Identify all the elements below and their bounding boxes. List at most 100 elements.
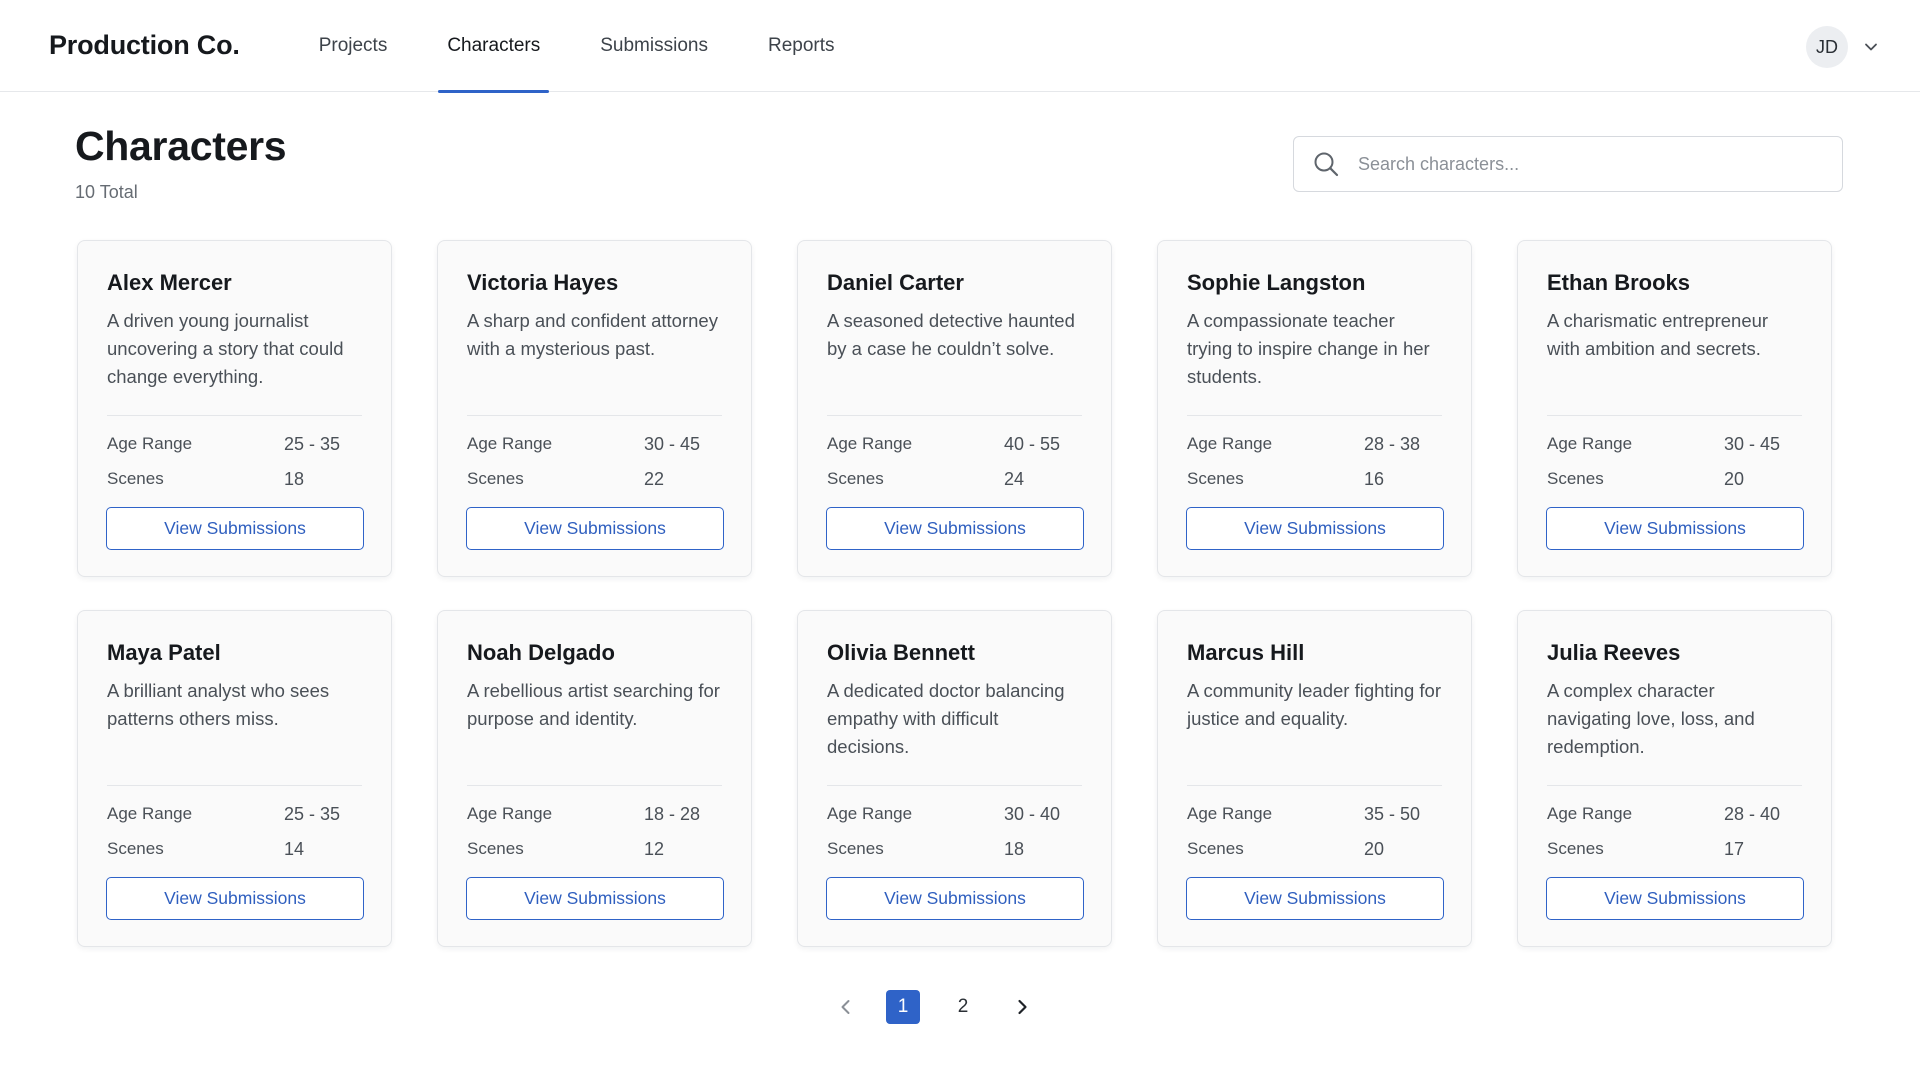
character-card: Noah Delgado A rebellious artist searchi…: [437, 610, 752, 947]
age-range-row: Age Range 30 - 45: [1547, 434, 1802, 455]
character-description: A rebellious artist searching for purpos…: [467, 680, 720, 729]
age-range-label: Age Range: [1547, 434, 1633, 453]
next-page-button[interactable]: [1006, 991, 1038, 1023]
age-range-row: Age Range 28 - 40: [1547, 804, 1802, 825]
card-divider: [827, 415, 1082, 416]
card-divider: [107, 415, 362, 416]
card-divider: [107, 785, 362, 786]
search-box[interactable]: [1293, 136, 1843, 192]
age-range-value: 18 - 28: [644, 804, 701, 824]
scenes-row: Scenes 12: [467, 839, 722, 860]
page-1-button[interactable]: 1: [886, 990, 920, 1024]
scenes-value: 12: [644, 839, 665, 859]
scenes-value: 22: [644, 469, 665, 489]
nav-tab-characters[interactable]: Characters: [438, 0, 550, 93]
card-divider: [1187, 785, 1442, 786]
character-card: Olivia Bennett A dedicated doctor balanc…: [797, 610, 1112, 947]
chevron-left-icon: [841, 1000, 850, 1014]
scenes-row: Scenes 17: [1547, 839, 1802, 860]
card-divider: [827, 785, 1082, 786]
view-submissions-button[interactable]: View Submissions: [106, 877, 364, 920]
user-avatar[interactable]: JD: [1806, 26, 1848, 68]
scenes-label: Scenes: [827, 469, 884, 488]
chevron-down-icon[interactable]: [1862, 38, 1880, 56]
scenes-value: 14: [284, 839, 305, 859]
character-name: Olivia Bennett: [827, 640, 975, 665]
character-name: Ethan Brooks: [1547, 270, 1691, 295]
character-description: A dedicated doctor balancing empathy wit…: [827, 680, 1065, 757]
view-submissions-button[interactable]: View Submissions: [1186, 877, 1444, 920]
page-title: Characters: [75, 123, 287, 169]
main-nav: Projects Characters Submissions Reports: [310, 0, 886, 93]
age-range-label: Age Range: [827, 804, 913, 823]
nav-tab-submissions[interactable]: Submissions: [591, 0, 717, 92]
user-menu[interactable]: JD: [1806, 26, 1880, 68]
view-submissions-button[interactable]: View Submissions: [826, 877, 1084, 920]
total-count: 10 Total: [75, 182, 138, 202]
scenes-label: Scenes: [107, 839, 164, 858]
character-description: A community leader fighting for justice …: [1187, 680, 1441, 729]
card-divider: [1547, 785, 1802, 786]
character-description: A seasoned detective haunted by a case h…: [827, 310, 1075, 359]
character-description: A brilliant analyst who sees patterns ot…: [107, 680, 330, 729]
age-range-row: Age Range 18 - 28: [467, 804, 722, 825]
scenes-value: 18: [284, 469, 305, 489]
age-range-label: Age Range: [467, 434, 553, 453]
age-range-value: 28 - 40: [1724, 804, 1781, 824]
view-submissions-button[interactable]: View Submissions: [826, 507, 1084, 550]
age-range-value: 35 - 50: [1364, 804, 1421, 824]
search-input[interactable]: [1358, 153, 1818, 175]
top-navigation-bar: Production Co. Projects Characters Submi…: [0, 0, 1920, 93]
scenes-row: Scenes 20: [1187, 839, 1442, 860]
age-range-row: Age Range 35 - 50: [1187, 804, 1442, 825]
scenes-label: Scenes: [1547, 469, 1604, 488]
nav-tab-reports[interactable]: Reports: [759, 0, 844, 92]
card-divider: [1547, 415, 1802, 416]
character-grid: Alex Mercer A driven young journalist un…: [77, 240, 1832, 947]
character-card: Ethan Brooks A charismatic entrepreneur …: [1517, 240, 1832, 577]
view-submissions-button[interactable]: View Submissions: [106, 507, 364, 550]
age-range-label: Age Range: [107, 434, 193, 453]
view-submissions-button[interactable]: View Submissions: [1546, 877, 1804, 920]
character-card: Daniel Carter A seasoned detective haunt…: [797, 240, 1112, 577]
scenes-label: Scenes: [1187, 839, 1244, 858]
character-description: A complex character navigating love, los…: [1547, 680, 1755, 757]
scenes-value: 24: [1004, 469, 1025, 489]
scenes-row: Scenes 24: [827, 469, 1082, 490]
view-submissions-button[interactable]: View Submissions: [466, 507, 724, 550]
character-name: Daniel Carter: [827, 270, 964, 295]
character-name: Victoria Hayes: [467, 270, 619, 295]
nav-tab-projects[interactable]: Projects: [310, 0, 397, 92]
scenes-label: Scenes: [1547, 839, 1604, 858]
character-name: Noah Delgado: [467, 640, 615, 665]
card-divider: [467, 785, 722, 786]
age-range-label: Age Range: [827, 434, 913, 453]
character-card: Sophie Langston A compassionate teacher …: [1157, 240, 1472, 577]
card-divider: [1187, 415, 1442, 416]
character-name: Sophie Langston: [1187, 270, 1366, 295]
age-range-value: 30 - 45: [644, 434, 701, 454]
view-submissions-button[interactable]: View Submissions: [466, 877, 724, 920]
scenes-value: 20: [1724, 469, 1745, 489]
view-submissions-button[interactable]: View Submissions: [1546, 507, 1804, 550]
age-range-value: 25 - 35: [284, 804, 341, 824]
view-submissions-button[interactable]: View Submissions: [1186, 507, 1444, 550]
age-range-value: 28 - 38: [1364, 434, 1421, 454]
character-name: Julia Reeves: [1547, 640, 1681, 665]
age-range-label: Age Range: [467, 804, 553, 823]
chevron-right-icon: [1018, 999, 1027, 1015]
character-description: A sharp and confident attorney with a my…: [467, 310, 718, 359]
search-icon: [1314, 152, 1339, 177]
scenes-row: Scenes 14: [107, 839, 362, 860]
scenes-row: Scenes 20: [1547, 469, 1802, 490]
character-name: Alex Mercer: [107, 270, 232, 295]
scenes-value: 16: [1364, 469, 1385, 489]
character-card: Victoria Hayes A sharp and confident att…: [437, 240, 752, 577]
age-range-value: 30 - 45: [1724, 434, 1781, 454]
page-2-button[interactable]: 2: [946, 990, 980, 1024]
previous-page-button[interactable]: [830, 991, 862, 1023]
brand-logo[interactable]: Production Co.: [49, 30, 240, 61]
scenes-label: Scenes: [107, 469, 164, 488]
character-description: A driven young journalist uncovering a s…: [107, 310, 344, 387]
character-card: Maya Patel A brilliant analyst who sees …: [77, 610, 392, 947]
